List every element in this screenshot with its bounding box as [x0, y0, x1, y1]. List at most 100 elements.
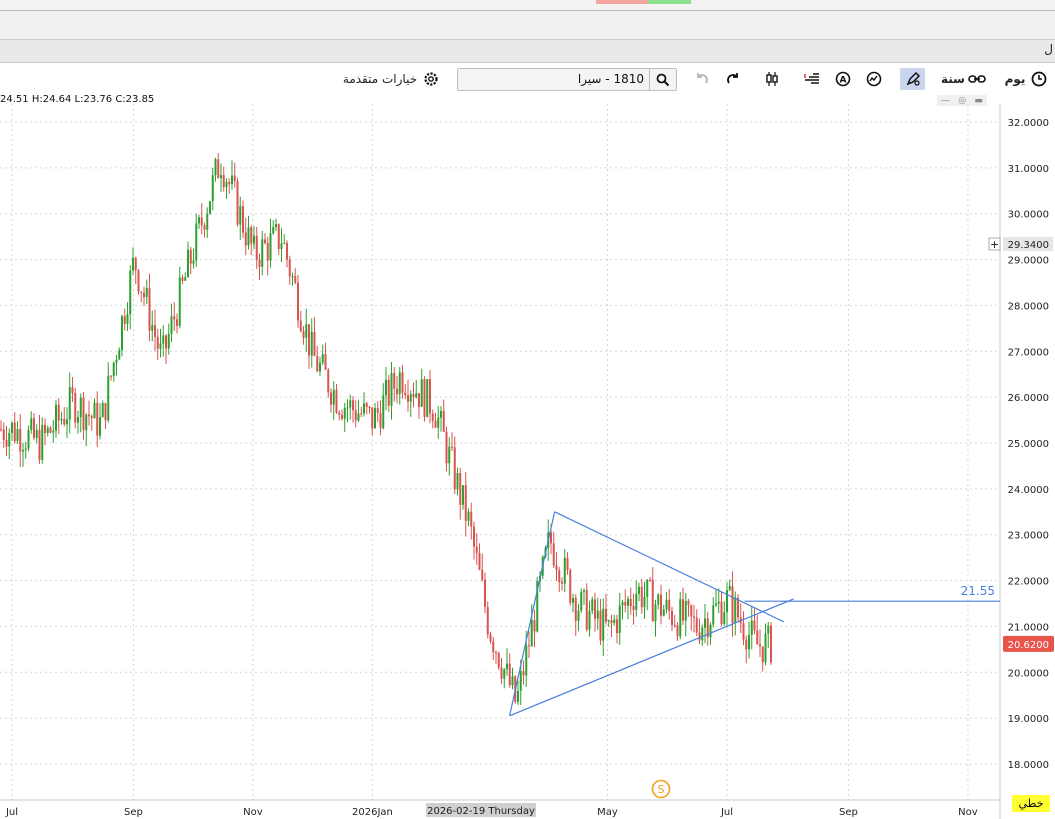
candle-body — [467, 511, 470, 521]
candle-body — [63, 418, 66, 425]
candle-body — [338, 412, 341, 415]
candle-body — [563, 557, 566, 584]
candle-body — [178, 277, 181, 326]
candle-body — [162, 335, 165, 344]
candle-body — [610, 620, 613, 624]
candle-body — [145, 288, 148, 298]
candle-body — [272, 227, 275, 234]
candle-body — [519, 671, 522, 691]
candle-body — [660, 594, 662, 616]
candle-body — [33, 418, 35, 438]
candle-body — [79, 397, 82, 418]
candle-body — [341, 414, 343, 419]
candle-body — [500, 667, 503, 679]
horizontal-line-label: 21.55 — [961, 584, 995, 598]
candle-body — [198, 217, 200, 224]
x-tick-label: Jul — [720, 807, 733, 818]
candle-body — [508, 663, 511, 686]
candle-body — [30, 418, 33, 430]
candle-body — [255, 235, 258, 260]
price-chart[interactable]: 32.0000 31.0000 30.0000 29.0000 28.0000 27.00… — [0, 0, 1055, 819]
candle-body — [423, 379, 426, 417]
candle-body — [701, 627, 704, 641]
candle-body — [431, 413, 434, 421]
candle-body — [11, 422, 13, 433]
candle-body — [77, 417, 79, 423]
chart-style-button[interactable]: خطي — [1012, 795, 1050, 812]
candle-body — [580, 591, 583, 611]
candle-body — [442, 410, 445, 432]
candle-body — [643, 596, 646, 608]
candle-body — [49, 427, 52, 433]
candle-body — [456, 472, 459, 490]
candle-body — [96, 402, 99, 436]
candle-body — [555, 565, 558, 571]
candle-body — [154, 325, 156, 337]
candle-body — [121, 316, 123, 350]
candle-body — [360, 413, 363, 415]
candle-body — [143, 292, 145, 298]
candle-body — [217, 159, 220, 179]
x-tick-label: Nov — [243, 807, 263, 818]
candle-body — [459, 472, 462, 505]
candle-body — [761, 646, 764, 663]
candle-body — [767, 625, 770, 634]
candle-body — [393, 373, 396, 389]
candle-body — [189, 249, 192, 264]
candle-body — [231, 175, 233, 184]
candle-body — [695, 617, 698, 633]
candle-body — [352, 400, 354, 411]
candle-body — [140, 291, 143, 293]
candle-body — [698, 632, 701, 641]
candle-body — [665, 599, 668, 610]
candle-body — [453, 447, 456, 490]
candle-body — [242, 206, 244, 233]
candle-body — [511, 676, 514, 686]
candle-body — [170, 316, 173, 335]
candle-body — [264, 239, 266, 244]
candle-body — [93, 402, 96, 419]
candle-body — [671, 610, 673, 626]
candle-body — [236, 181, 239, 225]
y-tick-label: 30.0000 — [1008, 210, 1049, 221]
candle-body — [85, 414, 88, 431]
candle-body — [404, 392, 407, 396]
candle-body — [228, 182, 231, 184]
candle-body — [517, 690, 519, 702]
trendline — [509, 598, 794, 717]
candle-body — [371, 407, 374, 429]
candle-body — [225, 182, 228, 188]
candle-body — [266, 243, 269, 261]
candle-body — [426, 379, 429, 417]
dividend-marker-letter: S — [658, 783, 665, 796]
candle-body — [187, 249, 189, 278]
candle-body — [8, 432, 11, 447]
candle-body — [294, 276, 297, 283]
candle-body — [24, 448, 27, 450]
candle-body — [588, 611, 591, 630]
candle-body — [770, 625, 772, 663]
candle-body — [585, 590, 588, 630]
candle-body — [522, 671, 525, 676]
candle-body — [715, 603, 717, 606]
candle-body — [101, 403, 104, 418]
candle-body — [99, 417, 101, 436]
candle-body — [332, 389, 335, 405]
candle-body — [382, 395, 385, 429]
candle-body — [704, 618, 706, 628]
candle-body — [731, 586, 734, 623]
candle-body — [478, 552, 481, 570]
x-tick-label: Sep — [124, 807, 143, 818]
candle-body — [484, 579, 486, 608]
candle-body — [90, 416, 93, 419]
candle-body — [2, 429, 5, 440]
candle-body — [525, 645, 528, 676]
candle-body — [599, 610, 602, 641]
candle-body — [607, 620, 610, 622]
candle-body — [200, 217, 203, 226]
last-price-label: 20.6200 — [1008, 640, 1049, 651]
candle-body — [470, 511, 473, 527]
candle-body — [349, 400, 352, 408]
candle-body — [214, 159, 217, 176]
candle-body — [764, 633, 767, 663]
